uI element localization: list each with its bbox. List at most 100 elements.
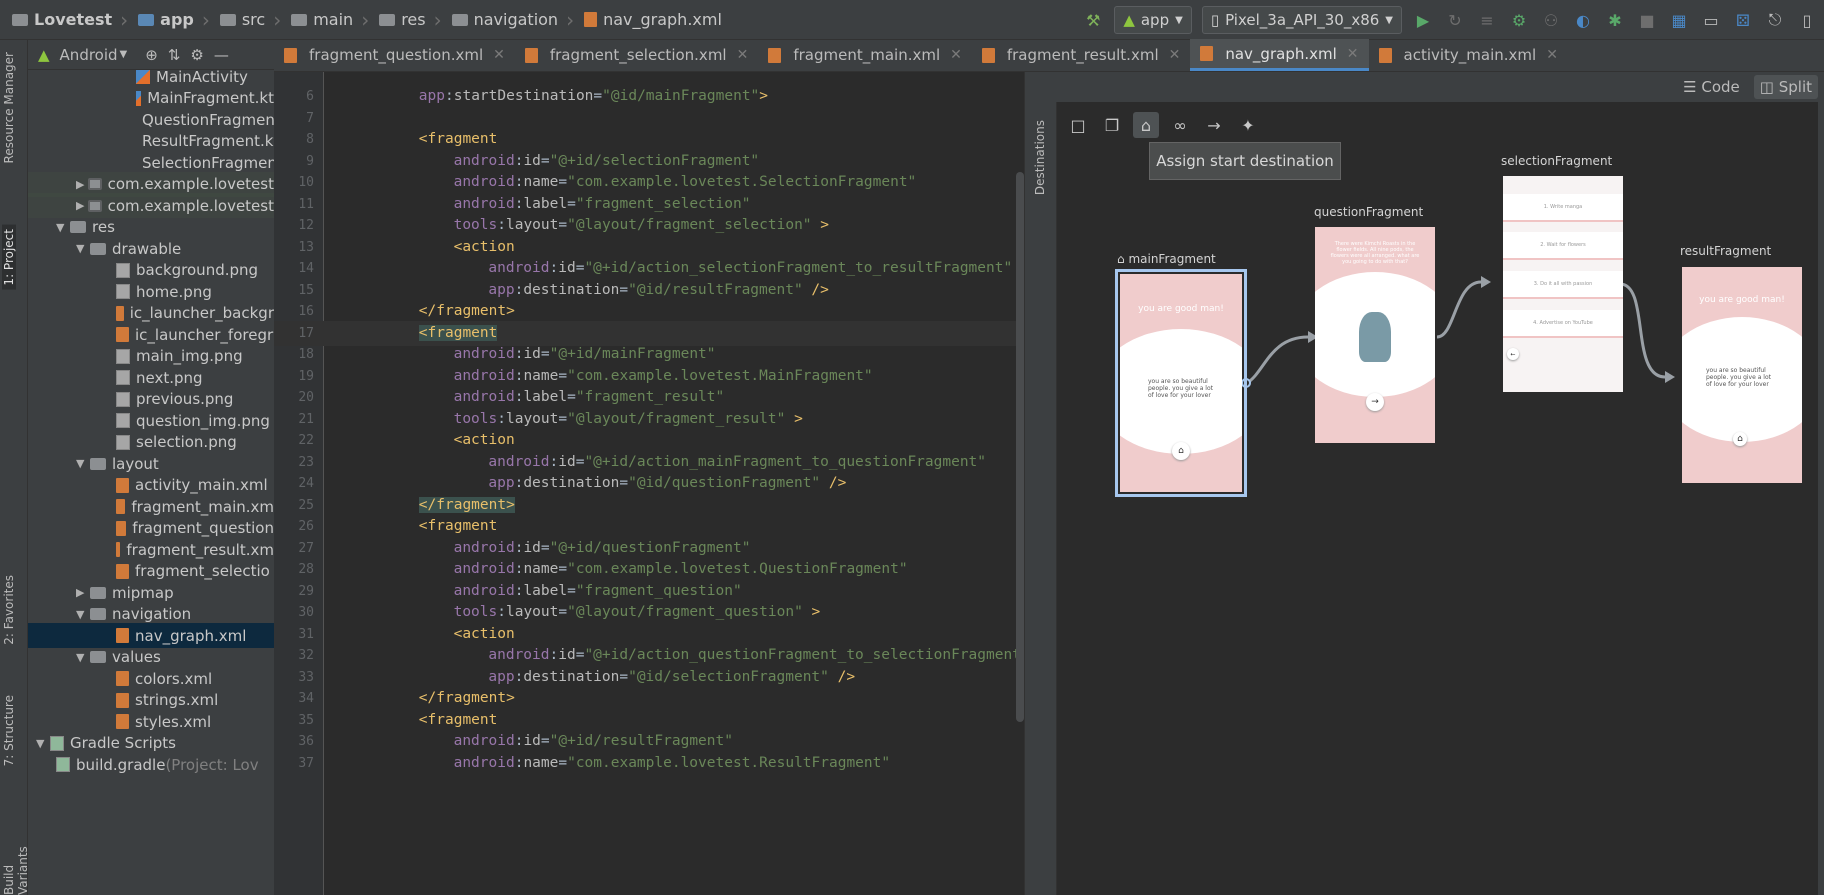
code-token: android <box>453 561 515 577</box>
kt-icon <box>136 90 142 106</box>
breadcrumb-label: app <box>160 10 194 29</box>
editor-tab[interactable]: fragment_result.xml ✕ <box>972 39 1191 71</box>
dir-icon <box>90 608 106 620</box>
result-fragment-preview[interactable]: you are good man! you are so beautiful p… <box>1682 267 1802 483</box>
chevron-down-icon[interactable]: ▼ <box>76 651 90 664</box>
hide-icon[interactable]: — <box>214 46 229 64</box>
code-token: "@layout/fragment_selection" <box>567 217 812 233</box>
project-tab[interactable]: 1: Project <box>2 225 16 290</box>
code-token: android <box>453 733 515 749</box>
code-editor[interactable]: 6 app:startDestination="@id/mainFragment"… <box>274 72 1024 895</box>
code-token: "@layout/fragment_result" <box>567 410 786 427</box>
tab-label: nav_graph.xml <box>1225 44 1337 63</box>
tree-item[interactable]: build.gradle (Project: Lov <box>28 752 274 777</box>
xml-icon <box>116 499 126 514</box>
code-token: label <box>523 582 568 599</box>
arrowhead <box>1481 276 1491 288</box>
code-token: <fragment <box>418 324 498 341</box>
code-token: startDestination <box>453 88 594 104</box>
previous-arrow-icon: ← <box>1507 348 1519 360</box>
attach-debugger-icon[interactable]: ⚇ <box>1540 9 1562 31</box>
xml-file-icon <box>584 12 598 27</box>
gear-icon[interactable]: ⚙ <box>190 46 203 64</box>
chevron-right-icon[interactable]: ▶ <box>76 178 88 191</box>
close-icon[interactable]: ✕ <box>737 47 749 63</box>
chevron-right-icon: › <box>361 7 370 32</box>
resource-manager-tab[interactable]: Resource Manager <box>2 52 16 163</box>
breadcrumb-item[interactable]: nav_graph.xml <box>580 0 728 40</box>
breadcrumb-item[interactable]: Lovetest › <box>8 0 134 40</box>
xml-icon <box>116 327 129 342</box>
avd-manager-icon[interactable]: ▭ <box>1700 9 1722 31</box>
selection-fragment-preview[interactable]: 1. Write manga 2. Wait for flowers 3. Do… <box>1503 176 1623 392</box>
profile-icon[interactable]: ◐ <box>1572 9 1594 31</box>
build-variants-tab[interactable]: Build Variants <box>2 815 30 895</box>
question-fragment-preview[interactable]: There were Kimchi Roasts in the flower f… <box>1315 227 1435 443</box>
code-token: = <box>567 195 576 212</box>
attach-process-icon[interactable]: ✱ <box>1604 9 1626 31</box>
locate-icon[interactable]: ⊕ <box>145 46 158 64</box>
tree-item-label: previous.png <box>136 390 234 408</box>
breadcrumb-item[interactable]: res › <box>375 0 447 40</box>
editor-tab[interactable]: nav_graph.xml ✕ <box>1190 39 1369 71</box>
pkg-icon <box>87 199 102 212</box>
arrowhead <box>1665 371 1675 383</box>
xml-file-icon <box>1200 46 1214 61</box>
png-icon <box>116 434 130 450</box>
main-fragment-preview[interactable]: you are good man! you are so beautiful p… <box>1115 269 1247 497</box>
code-token: id <box>558 453 576 470</box>
dir-icon <box>90 457 106 470</box>
collapse-icon[interactable]: ⇅ <box>168 46 181 64</box>
breadcrumb-item[interactable]: main › <box>287 0 375 40</box>
close-icon[interactable]: ✕ <box>950 47 962 63</box>
build-hammer-icon[interactable]: ⚒ <box>1082 9 1104 31</box>
tree-item-label: com.example.lovetest <box>107 196 274 215</box>
sdk-manager-icon[interactable]: ⎋ <box>1764 9 1786 31</box>
close-icon[interactable]: ✕ <box>1169 47 1181 63</box>
editor-tab[interactable]: fragment_selection.xml ✕ <box>515 39 758 71</box>
run-configuration-select[interactable]: ▲ app ▼ <box>1114 6 1192 34</box>
close-icon[interactable]: ✕ <box>493 47 505 63</box>
device-file-icon[interactable]: ▯ <box>1796 9 1818 31</box>
chevron-down-icon[interactable]: ▼ <box>120 49 128 60</box>
code-token: label <box>523 389 568 405</box>
sync-gradle-icon[interactable]: ⚄ <box>1732 9 1754 31</box>
structure-tab[interactable]: 7: Structure <box>2 695 16 766</box>
breadcrumb-item[interactable]: src › <box>216 0 287 40</box>
chevron-right-icon[interactable]: ▶ <box>76 586 90 599</box>
editor-tab[interactable]: fragment_main.xml ✕ <box>758 39 972 71</box>
action-handle[interactable] <box>1241 378 1251 388</box>
breadcrumb-item[interactable]: navigation › <box>448 0 580 40</box>
close-icon[interactable]: ✕ <box>1347 46 1359 62</box>
chevron-down-icon[interactable]: ▼ <box>76 457 90 470</box>
close-icon[interactable]: ✕ <box>1546 47 1558 63</box>
tree-item-label: res <box>92 218 115 236</box>
editor-tab[interactable]: fragment_question.xml ✕ <box>274 39 515 71</box>
code-token: id <box>523 539 541 556</box>
project-structure-icon[interactable]: ▦ <box>1668 9 1690 31</box>
chevron-down-icon[interactable]: ▼ <box>76 242 90 255</box>
debug-icon[interactable]: ⚙ <box>1508 9 1530 31</box>
action-selection-to-result[interactable] <box>1619 282 1666 379</box>
chevron-down-icon[interactable]: ▼ <box>56 221 70 234</box>
chevron-right-icon[interactable]: ▶ <box>76 199 88 212</box>
stop-icon[interactable]: ■ <box>1636 9 1658 31</box>
breadcrumb-label: src <box>241 10 266 29</box>
editor-scrollbar[interactable] <box>1016 172 1024 722</box>
chevron-down-icon[interactable]: ▼ <box>36 737 50 750</box>
code-line: 37 android:name="com.example.lovetest.Res… <box>274 751 1024 776</box>
code-token: tools <box>453 410 498 427</box>
device-select[interactable]: ▯ Pixel_3a_API_30_x86 ▼ <box>1201 6 1402 34</box>
editor-tab[interactable]: activity_main.xml ✕ <box>1369 39 1568 71</box>
project-view-select[interactable]: Android <box>60 46 118 64</box>
chevron-down-icon[interactable]: ▼ <box>76 608 90 621</box>
code-token: <action <box>453 432 515 448</box>
action-question-to-selection[interactable] <box>1436 280 1482 339</box>
action-main-to-question[interactable] <box>1246 335 1309 385</box>
apply-changes-icon[interactable]: ↻ <box>1444 9 1466 31</box>
apply-code-changes-icon[interactable]: ≡ <box>1476 9 1498 31</box>
favorites-tab[interactable]: 2: Favorites <box>2 575 16 645</box>
breadcrumb-item[interactable]: app › <box>134 0 216 40</box>
result-title-text: you are good man! <box>1699 295 1785 305</box>
run-icon[interactable]: ▶ <box>1412 9 1434 31</box>
